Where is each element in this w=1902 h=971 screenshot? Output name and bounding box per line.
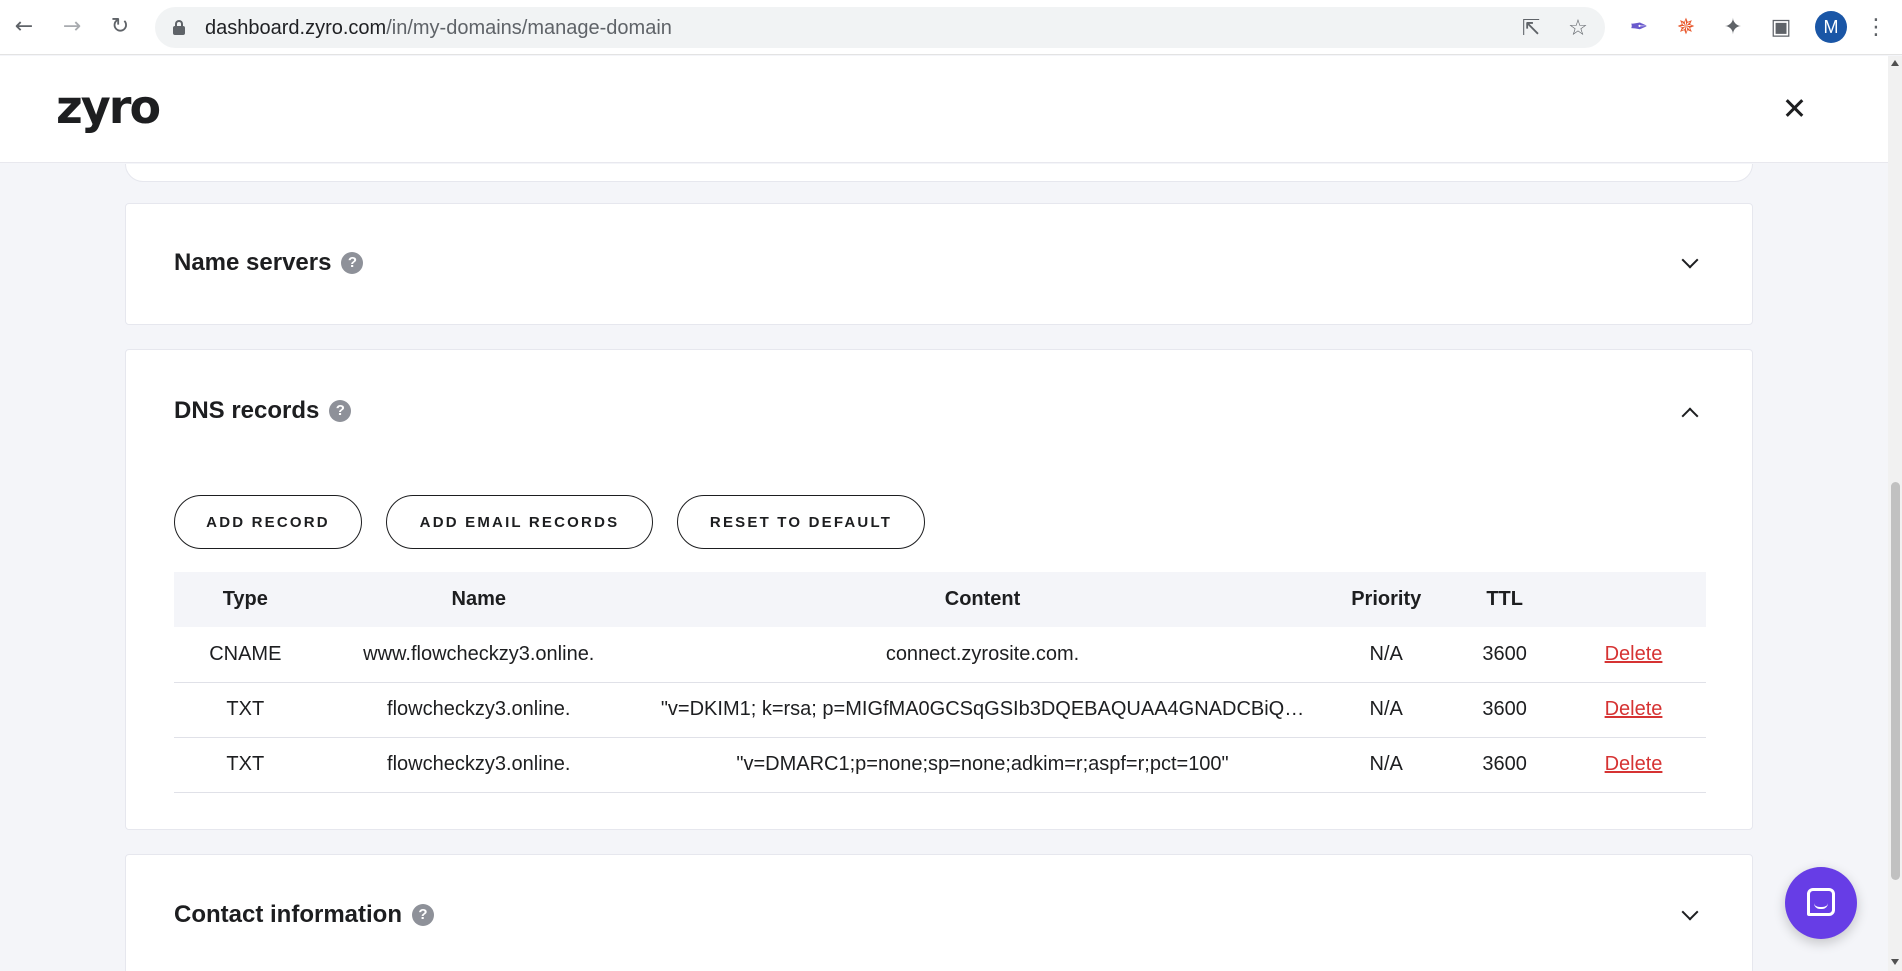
record-content: connect.zyrosite.com. [640, 627, 1325, 683]
help-icon[interactable]: ? [412, 904, 434, 926]
delete-link[interactable]: Delete [1605, 698, 1663, 720]
reload-icon[interactable]: ↻ [104, 10, 136, 42]
record-ttl: 3600 [1448, 682, 1562, 738]
chevron-up-icon[interactable] [1681, 405, 1697, 421]
column-header-content: Content [944, 588, 1021, 610]
table-header-row: Type Name Content Priority TTL [174, 572, 1706, 627]
url-host: dashboard.zyro.com [205, 17, 387, 39]
lock-icon[interactable] [173, 20, 185, 35]
share-icon[interactable]: ⇱ [1518, 15, 1544, 41]
chat-bubble-icon [1807, 888, 1835, 916]
column-header-type: Type [222, 588, 268, 610]
name-servers-card[interactable]: Name servers ? [125, 203, 1753, 325]
record-ttl: 3600 [1448, 627, 1562, 683]
column-header-name: Name [451, 588, 507, 610]
record-priority: N/A [1324, 737, 1449, 793]
scrollbar-thumb[interactable] [1891, 482, 1900, 880]
dns-records-table: Type Name Content Priority TTL CNAME www… [174, 572, 1706, 793]
contact-information-title: Contact information ? [174, 901, 434, 929]
delete-link[interactable]: Delete [1605, 753, 1663, 775]
help-icon[interactable]: ? [329, 400, 352, 422]
name-servers-label: Name servers [174, 249, 332, 276]
scroll-down-arrow-icon[interactable] [1891, 959, 1899, 965]
chevron-down-icon[interactable] [1681, 906, 1697, 922]
address-bar[interactable]: dashboard.zyro.com/in/my-domains/manage-… [155, 7, 1605, 48]
previous-section-card [125, 164, 1753, 182]
record-type: CNAME [174, 627, 317, 683]
main-content: Name servers ? DNS records ? ADD RECORD … [0, 164, 1888, 971]
add-email-records-button[interactable]: ADD EMAIL RECORDS [386, 495, 653, 549]
record-type: TXT [174, 682, 317, 738]
table-row: TXT flowcheckzy3.online. "v=DKIM1; k=rsa… [174, 682, 1706, 738]
contact-information-card[interactable]: Contact information ? [125, 854, 1753, 971]
puzzle-extensions-icon[interactable]: ✦ [1718, 12, 1748, 42]
record-ttl: 3600 [1448, 737, 1562, 793]
close-icon[interactable] [1778, 92, 1810, 124]
record-name: flowcheckzy3.online. [316, 737, 641, 793]
table-row: TXT flowcheckzy3.online. "v=DMARC1;p=non… [174, 737, 1706, 793]
record-name: www.flowcheckzy3.online. [316, 627, 641, 683]
bookmark-star-icon[interactable]: ☆ [1565, 15, 1591, 41]
dns-records-title: DNS records ? [174, 397, 352, 425]
url-text[interactable]: dashboard.zyro.com/in/my-domains/manage-… [205, 17, 672, 40]
scroll-up-arrow-icon[interactable] [1891, 60, 1899, 66]
record-content: "v=DMARC1;p=none;sp=none;adkim=r;aspf=r;… [640, 737, 1325, 793]
record-name: flowcheckzy3.online. [316, 682, 641, 738]
browser-menu-icon[interactable]: ⋮ [1864, 12, 1888, 42]
back-arrow-icon[interactable]: ← [8, 10, 40, 42]
record-content: "v=DKIM1; k=rsa; p=MIGfMA0GCSqGSIb3DQEBA… [640, 682, 1325, 738]
record-priority: N/A [1324, 627, 1449, 683]
contact-information-label: Contact information [174, 901, 402, 928]
help-icon[interactable]: ? [341, 252, 364, 274]
hubspot-extension-icon[interactable]: ✵ [1671, 12, 1701, 42]
reset-to-default-button[interactable]: RESET TO DEFAULT [677, 495, 925, 549]
chevron-down-icon[interactable] [1681, 254, 1697, 270]
zyro-logo[interactable]: zyro [56, 84, 161, 130]
name-servers-title: Name servers ? [174, 249, 364, 277]
delete-link[interactable]: Delete [1605, 643, 1663, 665]
app-header: zyro [0, 56, 1888, 163]
url-path: /in/my-domains/manage-domain [386, 17, 672, 39]
column-header-priority: Priority [1351, 588, 1422, 610]
profile-avatar[interactable]: M [1815, 11, 1847, 43]
column-header-ttl: TTL [1486, 588, 1523, 610]
side-panel-icon[interactable]: ▣ [1766, 12, 1796, 42]
browser-toolbar: ← → ↻ dashboard.zyro.com/in/my-domains/m… [0, 0, 1902, 55]
add-record-button[interactable]: ADD RECORD [174, 495, 362, 549]
chat-launcher-button[interactable] [1785, 867, 1857, 939]
record-priority: N/A [1324, 682, 1449, 738]
pen-extension-icon[interactable]: ✒ [1624, 12, 1654, 42]
forward-arrow-icon[interactable]: → [56, 10, 88, 42]
page-scrollbar[interactable] [1888, 56, 1902, 971]
table-row: CNAME www.flowcheckzy3.online. connect.z… [174, 627, 1706, 683]
record-type: TXT [174, 737, 317, 793]
dns-records-label: DNS records [174, 397, 320, 424]
column-header-actions [1561, 572, 1706, 627]
